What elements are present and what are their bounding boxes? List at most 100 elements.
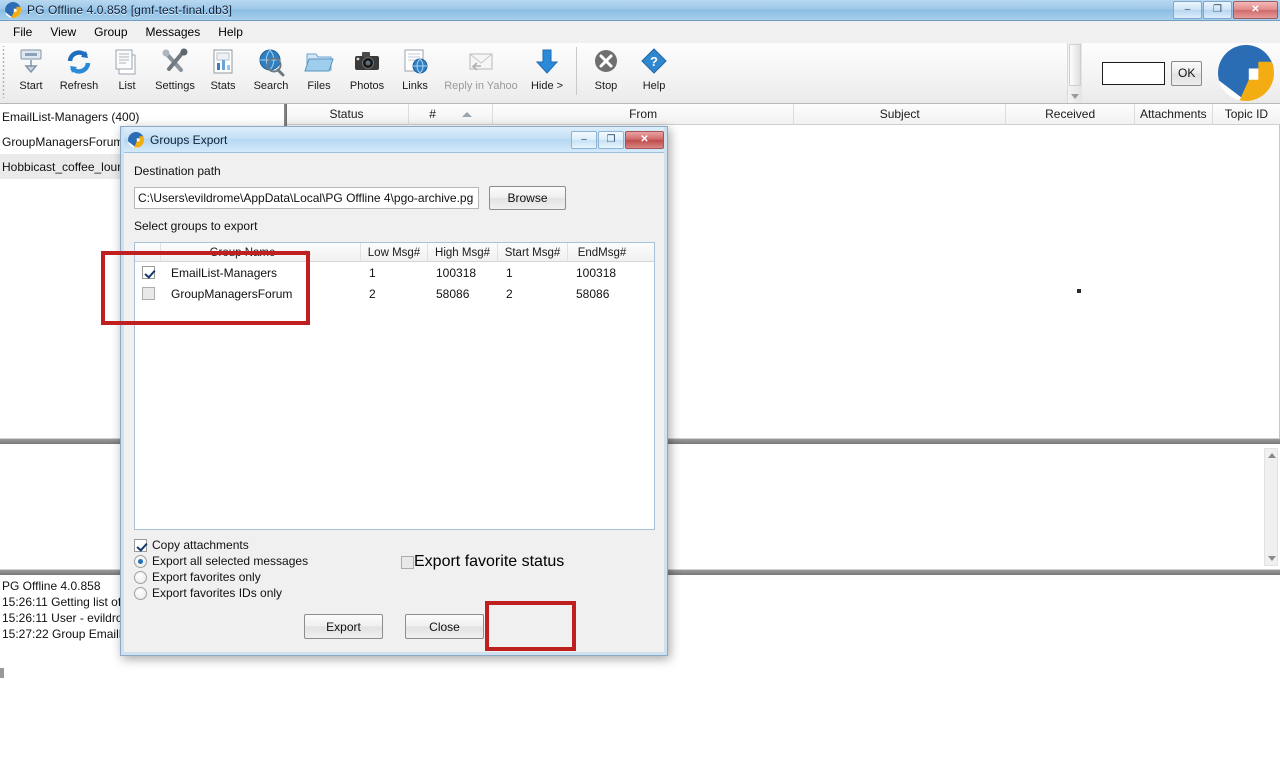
copy-attachments-option[interactable]: Copy attachments bbox=[134, 537, 654, 553]
grid-header-checkbox-col[interactable] bbox=[135, 243, 161, 262]
cell-low-msg: 2 bbox=[369, 286, 376, 301]
quick-search-input[interactable] bbox=[1102, 61, 1165, 85]
destination-path-input[interactable] bbox=[134, 187, 479, 209]
dialog-action-buttons: Export Close bbox=[121, 614, 667, 639]
export-button[interactable]: Export bbox=[304, 614, 383, 639]
stop-circle-icon bbox=[590, 47, 622, 77]
column-header-from[interactable]: From bbox=[493, 103, 795, 125]
toolbar-stats-button[interactable]: Stats bbox=[199, 43, 247, 101]
toolbar-help-button[interactable]: ? Help bbox=[630, 43, 678, 101]
export-favorites-ids-only-radio[interactable] bbox=[134, 586, 147, 600]
grid-header-high-msg[interactable]: High Msg# bbox=[428, 243, 498, 262]
grid-header-end-msg[interactable]: EndMsg# bbox=[568, 243, 636, 262]
toolbar-reply-in-yahoo-button[interactable]: Reply in Yahoo bbox=[439, 43, 523, 101]
export-favorites-ids-only-label: Export favorites IDs only bbox=[152, 586, 283, 600]
grid-header-start-msg[interactable]: Start Msg# bbox=[498, 243, 568, 262]
column-header-subject[interactable]: Subject bbox=[794, 103, 1007, 125]
pg-offline-brand-logo-icon bbox=[1218, 45, 1274, 101]
message-list-column-headers: Status # From Subject Received Attachmen… bbox=[285, 103, 1280, 125]
export-all-selected-label: Export all selected messages bbox=[152, 554, 309, 568]
dialog-maximize-icon[interactable]: ❐ bbox=[598, 130, 624, 149]
toolbar-reply-in-yahoo-label: Reply in Yahoo bbox=[444, 80, 518, 92]
column-header-topic-id[interactable]: Topic ID bbox=[1213, 104, 1280, 125]
toolbar-start-button[interactable]: Start bbox=[7, 43, 55, 101]
export-favorites-only-radio[interactable] bbox=[134, 570, 147, 584]
export-favorites-ids-only-option[interactable]: Export favorites IDs only bbox=[134, 585, 654, 601]
column-header-attachments[interactable]: Attachments bbox=[1135, 103, 1213, 125]
grid-header-group-name[interactable]: Group Name bbox=[161, 243, 361, 262]
menu-group[interactable]: Group bbox=[85, 22, 136, 42]
export-favorite-status-checkbox[interactable] bbox=[401, 555, 414, 569]
toolbar-stop-label: Stop bbox=[594, 80, 618, 92]
camera-icon bbox=[351, 47, 383, 77]
toolbar-settings-button[interactable]: Settings bbox=[151, 43, 199, 101]
cell-high-msg: 100318 bbox=[436, 265, 477, 280]
down-arrow-icon bbox=[531, 47, 563, 77]
scroll-down-icon[interactable] bbox=[1268, 556, 1276, 561]
dialog-close-icon[interactable]: ✕ bbox=[625, 130, 664, 149]
status-bar-marker bbox=[0, 668, 4, 678]
sort-ascending-icon bbox=[301, 250, 312, 255]
export-favorites-only-label: Export favorites only bbox=[152, 570, 261, 584]
toolbar-list-button[interactable]: List bbox=[103, 43, 151, 101]
column-header-status[interactable]: Status bbox=[285, 103, 409, 125]
row-checkbox-emaillist-managers[interactable] bbox=[141, 266, 155, 279]
toolbar-refresh-button[interactable]: Refresh bbox=[55, 43, 103, 101]
pg-offline-logo-icon bbox=[5, 2, 21, 18]
row-checkbox-groupmanagersforum[interactable] bbox=[141, 287, 155, 300]
table-row[interactable]: GroupManagersForum 2 58086 2 58086 bbox=[135, 283, 654, 304]
column-header-number[interactable]: # bbox=[409, 103, 494, 125]
toolbar-photos-button[interactable]: Photos bbox=[343, 43, 391, 101]
main-toolbar: Start Refresh List Settings Stats Search… bbox=[0, 43, 1280, 104]
maximize-icon[interactable]: ❐ bbox=[1203, 0, 1232, 19]
toolbar-search-button[interactable]: Search bbox=[247, 43, 295, 101]
cell-low-msg: 1 bbox=[369, 265, 376, 280]
groups-export-dialog: Groups Export – ❐ ✕ Destination path Bro… bbox=[120, 126, 668, 656]
copy-attachments-checkbox[interactable] bbox=[134, 538, 147, 552]
cell-end-msg: 100318 bbox=[576, 265, 617, 280]
menu-view[interactable]: View bbox=[41, 22, 85, 42]
toolbar-stop-button[interactable]: Stop bbox=[582, 43, 630, 101]
toolbar-hide-button[interactable]: Hide > bbox=[523, 43, 571, 101]
dialog-close-button[interactable]: Close bbox=[405, 614, 484, 639]
minimize-icon[interactable]: – bbox=[1173, 0, 1202, 19]
toolbar-start-label: Start bbox=[19, 80, 43, 92]
column-header-received[interactable]: Received bbox=[1006, 103, 1135, 125]
menu-bar: File View Group Messages Help bbox=[0, 21, 1280, 43]
ok-button[interactable]: OK bbox=[1171, 60, 1202, 86]
export-all-selected-option[interactable]: Export all selected messages bbox=[134, 553, 654, 569]
destination-path-row: Browse bbox=[134, 186, 654, 210]
menu-messages[interactable]: Messages bbox=[137, 22, 210, 42]
window-title-bar: PG Offline 4.0.858 [gmf-test-final.db3] … bbox=[0, 0, 1280, 21]
dialog-minimize-icon[interactable]: – bbox=[571, 130, 597, 149]
scroll-up-icon[interactable] bbox=[1268, 453, 1276, 458]
toolbar-hide-label: Hide > bbox=[530, 80, 564, 92]
toolbar-stats-label: Stats bbox=[210, 80, 236, 92]
export-all-selected-radio[interactable] bbox=[134, 554, 147, 568]
dialog-title: Groups Export bbox=[150, 132, 228, 147]
browse-button[interactable]: Browse bbox=[489, 186, 566, 210]
menu-file[interactable]: File bbox=[4, 22, 41, 42]
refresh-icon bbox=[63, 47, 95, 77]
toolbar-right-section: OK bbox=[1067, 43, 1280, 103]
cursor-dot bbox=[1077, 289, 1081, 293]
export-options: Copy attachments Export all selected mes… bbox=[134, 537, 654, 601]
toolbar-files-button[interactable]: Files bbox=[295, 43, 343, 101]
toolbar-grip[interactable] bbox=[0, 46, 7, 98]
toolbar-separator bbox=[576, 47, 577, 95]
application-window: PG Offline 4.0.858 [gmf-test-final.db3] … bbox=[0, 0, 1280, 768]
export-favorite-status-option[interactable]: Export favorite status bbox=[401, 553, 564, 571]
export-favorite-status-label: Export favorite status bbox=[414, 553, 565, 570]
preview-scrollbar[interactable] bbox=[1264, 448, 1278, 566]
status-bar bbox=[0, 668, 1280, 768]
grid-header-low-msg[interactable]: Low Msg# bbox=[361, 243, 428, 262]
table-row[interactable]: EmailList-Managers 1 100318 1 100318 bbox=[135, 262, 654, 283]
dialog-title-bar: Groups Export – ❐ ✕ bbox=[121, 127, 667, 153]
toolbar-refresh-label: Refresh bbox=[59, 80, 99, 92]
window-controls: – ❐ ✕ bbox=[1172, 0, 1278, 20]
toolbar-links-button[interactable]: Links bbox=[391, 43, 439, 101]
export-favorites-only-option[interactable]: Export favorites only bbox=[134, 569, 654, 585]
close-icon[interactable]: ✕ bbox=[1233, 0, 1278, 19]
toolbar-scrollbar[interactable] bbox=[1067, 43, 1082, 103]
menu-help[interactable]: Help bbox=[209, 22, 252, 42]
